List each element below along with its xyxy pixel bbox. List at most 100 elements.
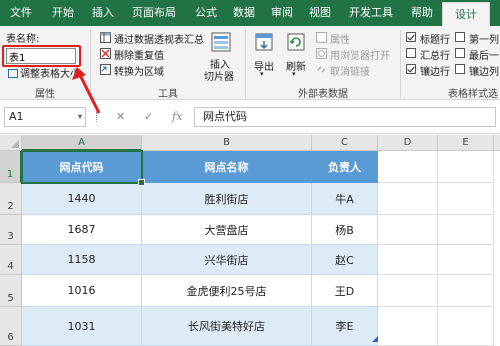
convert-to-range-button[interactable]: 转换为区域 xyxy=(114,63,164,78)
table-cell[interactable]: 兴华街店 xyxy=(142,245,312,275)
empty-cell[interactable] xyxy=(378,275,438,307)
table-resize-handle[interactable] xyxy=(372,336,378,342)
empty-cell[interactable] xyxy=(378,215,438,245)
tab-insert[interactable]: 插入 xyxy=(84,0,122,26)
refresh-label: 刷新 xyxy=(286,62,306,73)
convert-to-range-icon xyxy=(100,64,111,75)
refresh-button[interactable]: 刷新 ▾ xyxy=(282,30,310,82)
tab-help[interactable]: 帮助 xyxy=(404,0,440,26)
row-header-3[interactable]: 3 xyxy=(0,215,22,245)
tab-review[interactable]: 审阅 xyxy=(264,0,300,26)
chevron-down-icon: ▾ xyxy=(292,70,296,78)
column-header-f[interactable]: F xyxy=(494,135,500,151)
ribbon-divider xyxy=(90,30,91,98)
row-header-1[interactable]: 1 xyxy=(0,151,22,183)
column-header-d[interactable]: D xyxy=(378,135,438,151)
table-cell[interactable]: 金虎便利25号店 xyxy=(142,275,312,307)
pivot-table-icon xyxy=(100,32,111,43)
table-cell[interactable]: 1687 xyxy=(22,215,142,245)
column-header-c[interactable]: C xyxy=(312,135,378,151)
tab-view[interactable]: 视图 xyxy=(302,0,338,26)
select-all-corner[interactable] xyxy=(0,135,22,151)
row-header-6[interactable]: 6 xyxy=(0,307,22,346)
open-in-browser-button[interactable]: 用浏览器打开 xyxy=(330,47,390,62)
tab-page-layout[interactable]: 页面布局 xyxy=(124,0,184,26)
ribbon-divider xyxy=(400,30,401,98)
row-header-5[interactable]: 5 xyxy=(0,275,22,307)
name-box[interactable]: A1 ▾ xyxy=(4,107,86,127)
export-icon xyxy=(255,33,273,51)
table-cell[interactable]: 长风街美特好店 xyxy=(142,307,312,346)
empty-cell[interactable] xyxy=(438,275,494,307)
unlink-icon xyxy=(317,66,326,73)
tools-group-label: 工具 xyxy=(158,89,178,100)
insert-slicer-button[interactable]: 插入 切片器 xyxy=(202,30,240,84)
tab-home[interactable]: 开始 xyxy=(44,0,82,26)
empty-cell[interactable] xyxy=(378,151,438,183)
empty-cell[interactable] xyxy=(438,215,494,245)
cancel-icon[interactable]: ✕ xyxy=(116,110,125,123)
total-row-checkbox[interactable] xyxy=(406,48,416,58)
row-header-2[interactable]: 2 xyxy=(0,183,22,215)
properties-button[interactable]: 属性 xyxy=(330,31,350,46)
last-column-label: 最后一 xyxy=(469,51,499,62)
table-header-cell[interactable]: 网点代码 xyxy=(22,151,142,183)
tab-file[interactable]: 文件 xyxy=(2,0,40,26)
banded-columns-label: 镶边列 xyxy=(469,67,499,78)
enter-icon[interactable]: ✓ xyxy=(144,110,153,123)
properties-group-label: 属性 xyxy=(35,89,55,100)
banded-columns-checkbox[interactable] xyxy=(455,64,465,74)
tab-formulas[interactable]: 公式 xyxy=(188,0,224,26)
table-cell[interactable]: 1016 xyxy=(22,275,142,307)
empty-cell[interactable] xyxy=(378,183,438,215)
resize-table-label: 调整表格大小 xyxy=(20,69,80,80)
table-cell[interactable]: 杨B xyxy=(312,215,378,245)
remove-duplicates-button[interactable]: 删除重复值 xyxy=(114,47,164,62)
slicer-icon xyxy=(211,32,231,52)
empty-cell[interactable] xyxy=(438,307,494,346)
table-cell[interactable]: 王D xyxy=(312,275,378,307)
first-column-checkbox[interactable] xyxy=(455,32,465,42)
banded-rows-label: 镶边行 xyxy=(420,67,450,78)
last-column-checkbox[interactable] xyxy=(455,48,465,58)
grip-handle[interactable] xyxy=(96,112,98,122)
column-header-b[interactable]: B xyxy=(142,135,312,151)
spreadsheet-grid[interactable]: A B C D E F 1 2 3 4 5 6 网点代码 网点名称 负责人 14… xyxy=(0,135,500,346)
export-button[interactable]: 导出 ▾ xyxy=(250,30,278,82)
header-row-checkbox[interactable] xyxy=(406,32,416,42)
table-cell[interactable]: 牛A xyxy=(312,183,378,215)
export-label: 导出 xyxy=(254,62,274,73)
table-header-cell[interactable]: 网点名称 xyxy=(142,151,312,183)
empty-cell[interactable] xyxy=(378,307,438,346)
total-row-label: 汇总行 xyxy=(420,51,450,62)
table-cell[interactable]: 1440 xyxy=(22,183,142,215)
chevron-down-icon: ▾ xyxy=(77,112,82,121)
tab-data[interactable]: 数据 xyxy=(226,0,262,26)
table-cell[interactable]: 李E xyxy=(312,307,378,346)
empty-cell[interactable] xyxy=(438,245,494,275)
table-header-cell[interactable]: 负责人 xyxy=(312,151,378,183)
empty-cell[interactable] xyxy=(378,245,438,275)
formula-bar: A1 ▾ ✕ ✓ fx 网点代码 xyxy=(0,100,500,134)
empty-cell[interactable] xyxy=(438,151,494,183)
table-cell[interactable]: 赵C xyxy=(312,245,378,275)
pivot-summary-button[interactable]: 通过数据透视表汇总 xyxy=(114,31,204,46)
formula-input[interactable]: 网点代码 xyxy=(194,107,496,127)
table-cell[interactable]: 1158 xyxy=(22,245,142,275)
banded-rows-checkbox[interactable] xyxy=(406,64,416,74)
empty-cell[interactable] xyxy=(438,183,494,215)
table-cell[interactable]: 大营盘店 xyxy=(142,215,312,245)
row-header-4[interactable]: 4 xyxy=(0,245,22,275)
column-header-e[interactable]: E xyxy=(438,135,494,151)
unlink-button[interactable]: 取消链接 xyxy=(330,63,370,78)
insert-function-icon[interactable]: fx xyxy=(172,110,182,123)
resize-table-icon xyxy=(8,69,18,78)
tab-developer[interactable]: 开发工具 xyxy=(340,0,402,26)
resize-table-button[interactable]: 调整表格大小 xyxy=(8,65,80,80)
tab-design[interactable]: 设计 xyxy=(442,2,490,26)
column-header-a[interactable]: A xyxy=(22,135,142,151)
table-cell[interactable]: 胜利街店 xyxy=(142,183,312,215)
table-cell[interactable]: 1031 xyxy=(22,307,142,346)
browser-icon xyxy=(316,48,327,59)
style-options-group-label: 表格样式选 xyxy=(448,89,498,100)
